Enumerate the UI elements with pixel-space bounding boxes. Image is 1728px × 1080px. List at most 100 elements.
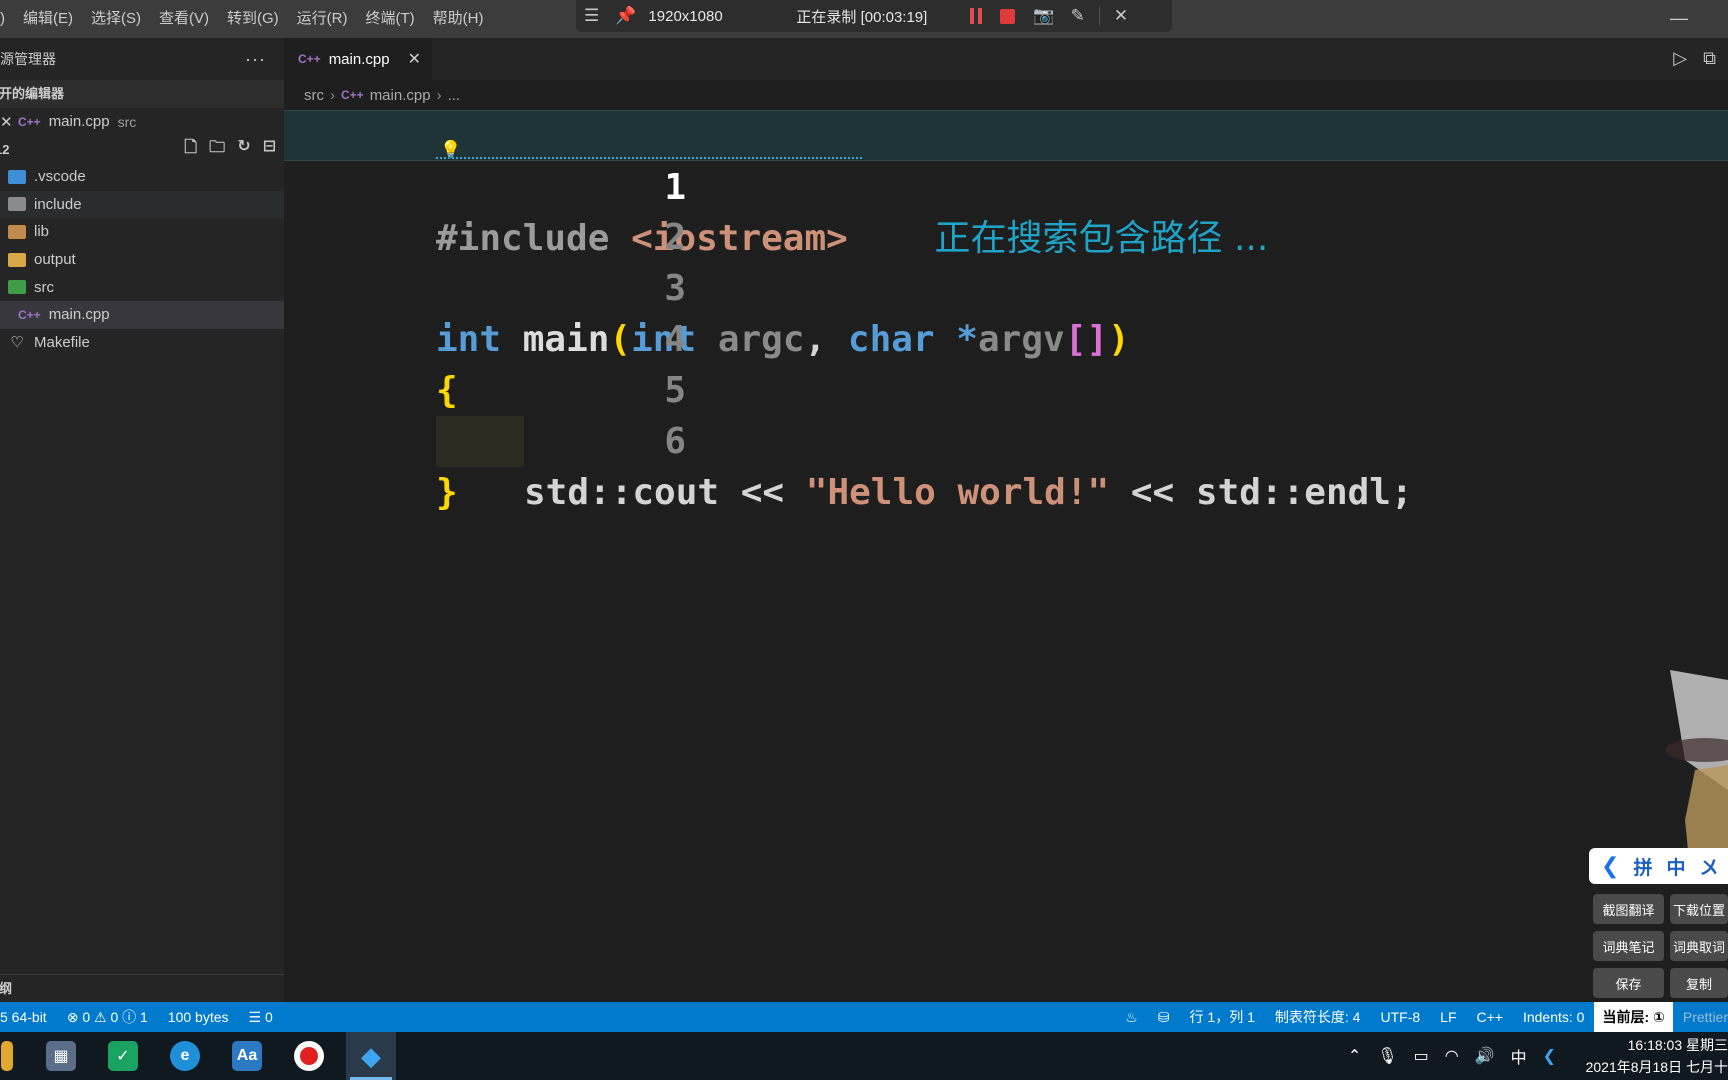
microphone-icon[interactable]: 🎙 <box>1377 1046 1397 1066</box>
dictionary-notes-button[interactable]: 词典笔记 <box>1593 931 1664 961</box>
collapse-all-icon[interactable]: ⊟ <box>263 136 276 163</box>
status-tasks[interactable]: ☰ 0 <box>249 1009 273 1026</box>
menu-edit[interactable]: 编辑(E) <box>14 0 82 38</box>
status-prettier[interactable]: Prettier <box>1683 1009 1728 1025</box>
recorder-app[interactable] <box>284 1032 334 1080</box>
camera-icon[interactable]: 📷 <box>1033 6 1054 26</box>
pin-icon[interactable]: 📌 <box>615 6 636 26</box>
breadcrumb-src[interactable]: src <box>304 87 324 104</box>
ime-chinese[interactable]: 中 <box>1666 853 1685 880</box>
more-actions-icon[interactable]: ··· <box>245 49 266 70</box>
status-encoding[interactable]: UTF-8 <box>1380 1009 1420 1025</box>
status-bar: 5 64-bit ⊗ 0 ⚠ 0 ⓘ 1 100 bytes ☰ 0 ♨ ⛁ 行… <box>0 1002 1728 1032</box>
menu-terminal[interactable]: 终端(T) <box>357 0 424 38</box>
breadcrumb-symbol[interactable]: ... <box>448 87 461 104</box>
refresh-icon[interactable]: ↻ <box>237 136 250 163</box>
tab-close-icon[interactable]: ✕ <box>408 49 421 69</box>
download-location-button[interactable]: 下载位置 <box>1670 894 1728 924</box>
code-line-1[interactable]: 1 #include <iostream> 正在搜索包含路径 ... <box>284 110 1728 259</box>
code-editor[interactable]: 1 #include <iostream> 正在搜索包含路径 ... 💡 2 3… <box>284 110 1728 1002</box>
tree-item-src[interactable]: src <box>0 273 284 301</box>
tree-item-main-cpp[interactable]: C++ main.cpp <box>0 300 284 329</box>
lightbulb-icon[interactable]: 💡 <box>440 140 461 160</box>
ime-punct[interactable]: 〤 <box>1699 853 1718 880</box>
ime-indicator[interactable]: 中 <box>1511 1044 1527 1068</box>
battery-icon[interactable]: ▭ <box>1414 1046 1429 1066</box>
menu-view[interactable]: 查看(V) <box>150 0 218 38</box>
database-icon[interactable]: ⛁ <box>1158 1009 1170 1026</box>
ime-toolbar[interactable]: ❮ 拼 中 〤 <box>1589 848 1728 884</box>
code-line-2[interactable]: 2 <box>284 161 1728 258</box>
clock[interactable]: 16:18:03 星期三 2021年8月18日 七月十 <box>1576 1034 1728 1078</box>
code-line-6[interactable]: 6 } <box>284 365 1728 513</box>
menu-help[interactable]: 帮助(H) <box>424 0 493 38</box>
checklist-app[interactable]: ✓ <box>98 1032 148 1080</box>
breadcrumb-file[interactable]: main.cpp <box>370 87 431 104</box>
open-editors-section[interactable]: 打开的编辑器 <box>0 80 284 108</box>
tab-main-cpp[interactable]: C++ main.cpp ✕ <box>284 38 432 80</box>
run-icon[interactable]: ▷ <box>1673 48 1687 69</box>
stop-icon[interactable] <box>1000 8 1016 24</box>
status-tab-size[interactable]: 制表符长度: 4 <box>1275 1007 1361 1027</box>
vscode-app[interactable]: ◆ <box>346 1032 396 1080</box>
cpp-file-icon: C++ <box>18 114 41 129</box>
status-platform[interactable]: 5 64-bit <box>0 1009 47 1025</box>
menu-selection[interactable]: 选择(S) <box>82 0 150 38</box>
menu-icon[interactable]: ☰ <box>584 6 599 26</box>
outline-section[interactable]: 大纲 <box>0 974 284 1002</box>
tree-item-include[interactable]: include <box>0 190 284 219</box>
pause-icon[interactable] <box>970 8 983 24</box>
close-icon[interactable]: ✕ <box>1114 6 1128 26</box>
calculator-app[interactable]: ▦ <box>36 1032 86 1080</box>
minimize-button[interactable]: — <box>1670 8 1688 29</box>
screen-recorder-toolbar: ☰ 📌 1920x1080 正在录制 [00:03:19] 📷 ✎ ✕ <box>576 0 1172 32</box>
recording-status: 正在录制 [00:03:19] <box>796 8 928 26</box>
new-folder-icon[interactable]: 🗀 <box>209 136 225 163</box>
ime-pinyin[interactable]: 拼 <box>1633 853 1652 880</box>
status-language[interactable]: C++ <box>1477 1009 1503 1025</box>
tree-item-output[interactable]: output <box>0 246 284 274</box>
menu-run[interactable]: 运行(R) <box>288 0 357 38</box>
vscode-folder-icon <box>8 169 26 184</box>
dictionary-app[interactable]: Aa <box>222 1032 272 1080</box>
close-icon[interactable]: ✕ <box>0 113 13 131</box>
code-line-4[interactable]: 4 { <box>284 263 1728 411</box>
split-editor-icon[interactable]: ⧉ <box>1703 48 1716 69</box>
status-indents[interactable]: Indents: 0 <box>1523 1009 1585 1025</box>
vscode-icon: ◆ <box>361 1040 381 1071</box>
tree-item-label: .vscode <box>34 168 86 186</box>
status-problems[interactable]: ⊗ 0 ⚠ 0 ⓘ 1 <box>67 1007 148 1027</box>
explorer-header: 资源管理器 ··· <box>0 38 284 80</box>
code-line-5[interactable]: 5 std::cout << "Hello world!" << std::en… <box>284 314 1728 513</box>
dictionary-pick-button[interactable]: 词典取词 <box>1670 931 1728 961</box>
status-cursor-position[interactable]: 行 1，列 1 <box>1190 1007 1255 1027</box>
tree-item-lib[interactable]: lib <box>0 218 284 246</box>
open-editor-item[interactable]: ✕ C++ main.cpp src <box>0 108 284 135</box>
cpp-file-icon: C++ <box>298 52 321 66</box>
menu-go[interactable]: 转到(G) <box>218 0 288 38</box>
flame-icon[interactable]: ♨ <box>1125 1009 1138 1026</box>
status-eol[interactable]: LF <box>1440 1009 1456 1025</box>
mascot-image <box>1665 670 1728 870</box>
save-button[interactable]: 保存 <box>1593 968 1664 998</box>
chevron-right-icon: › <box>330 86 335 104</box>
copy-button[interactable]: 复制 <box>1670 968 1728 998</box>
tree-item-makefile[interactable]: ♡ Makefile <box>0 329 284 357</box>
menu-file[interactable]: ) <box>0 0 14 38</box>
chevron-up-icon[interactable]: ⌃ <box>1348 1046 1361 1066</box>
pen-icon[interactable]: ✎ <box>1071 6 1085 26</box>
workspace-folder-header[interactable]: 12 🗋 🗀 ↻ ⊟ <box>0 135 284 163</box>
folder-actions: 🗋 🗀 ↻ ⊟ <box>184 136 276 163</box>
tree-item-vscode[interactable]: .vscode <box>0 163 284 191</box>
screenshot-translate-button[interactable]: 截图翻译 <box>1593 894 1664 924</box>
tree-item-label: lib <box>34 223 50 241</box>
edge-browser-app[interactable]: e <box>160 1032 210 1080</box>
code-line-3[interactable]: 3 int main(int argc, char *argv[]) <box>284 212 1728 360</box>
file-explorer-app[interactable] <box>0 1032 14 1080</box>
outline-title: 大纲 <box>0 981 13 996</box>
dictionary-tray-icon[interactable]: ❮ <box>1543 1046 1556 1066</box>
wifi-icon[interactable]: ◠ <box>1445 1046 1459 1066</box>
new-file-icon[interactable]: 🗋 <box>184 136 197 163</box>
volume-icon[interactable]: 🔊 <box>1475 1046 1495 1066</box>
tab-label: main.cpp <box>328 50 390 68</box>
